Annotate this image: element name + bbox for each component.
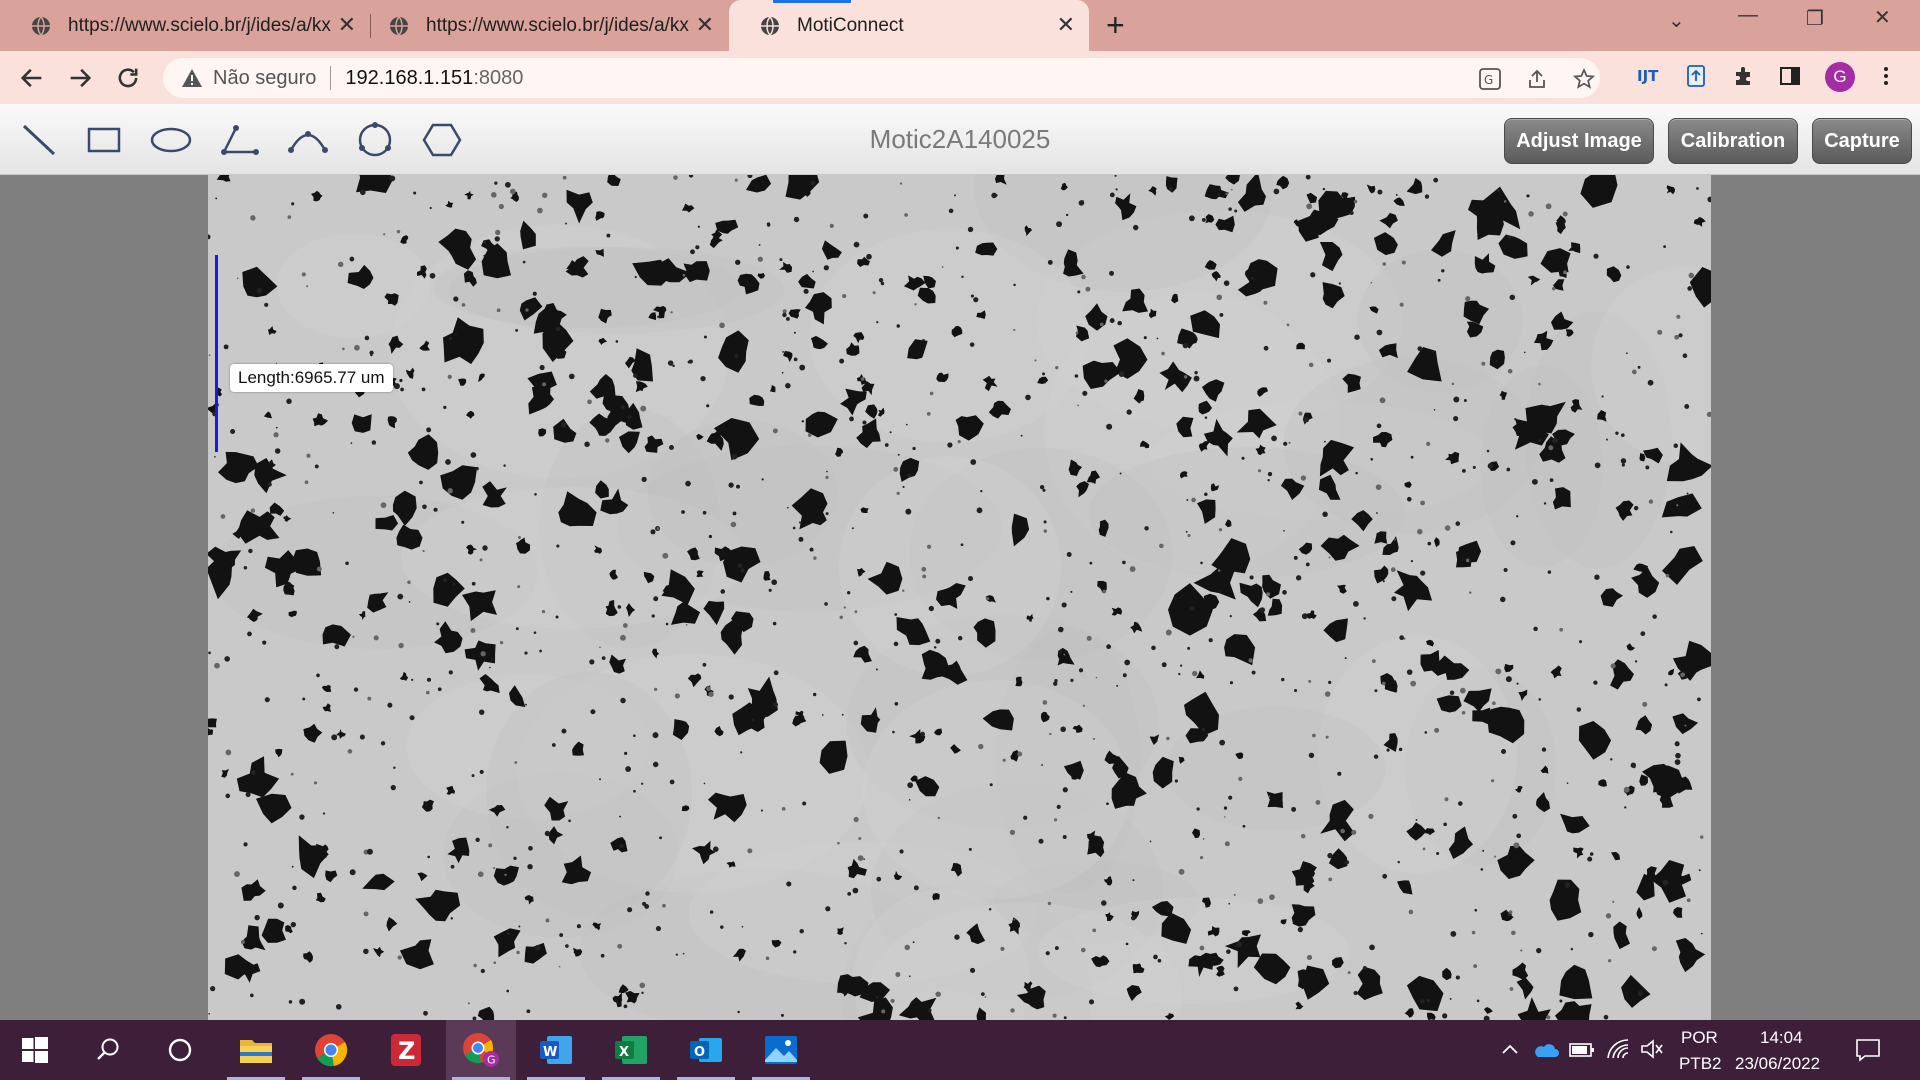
back-icon[interactable]	[18, 64, 46, 92]
zotero-icon[interactable]: Z	[371, 1020, 441, 1080]
capture-button[interactable]: Capture	[1812, 118, 1912, 164]
app-toolbar: Motic2A140025 Adjust Image Calibration C…	[0, 104, 1920, 175]
excel-icon[interactable]: X	[596, 1020, 666, 1080]
star-icon[interactable]	[1573, 68, 1595, 90]
outlook-icon[interactable]: O	[671, 1020, 741, 1080]
wifi-icon[interactable]	[1606, 1038, 1630, 1060]
svg-text:G: G	[1484, 73, 1493, 87]
chevron-up-icon[interactable]	[1500, 1040, 1520, 1060]
chrome-icon[interactable]	[296, 1020, 366, 1080]
search-icon[interactable]	[73, 1020, 143, 1080]
windows-taskbar: Z G W X O POR PTB2 14:04 23/06/2022	[0, 1020, 1920, 1080]
chrome-profile-icon[interactable]: G	[446, 1020, 516, 1080]
loading-indicator	[773, 0, 851, 3]
menu-kebab-icon[interactable]	[1874, 64, 1898, 88]
svg-text:G: G	[487, 1054, 496, 1067]
particle-field	[208, 175, 1711, 1020]
tab-title: https://www.scielo.br/j/ides/a/kx	[68, 14, 331, 36]
tab-search-icon[interactable]: ⌄	[1668, 8, 1685, 33]
profile-avatar[interactable]: G	[1825, 62, 1855, 92]
measurement-line[interactable]	[215, 255, 218, 452]
input-language[interactable]: POR	[1681, 1028, 1718, 1048]
reload-icon[interactable]	[114, 64, 142, 92]
keyboard-layout[interactable]: PTB2	[1679, 1054, 1722, 1074]
close-icon[interactable]: ✕	[696, 13, 714, 37]
notifications-icon[interactable]	[1855, 1038, 1881, 1062]
globe-icon	[32, 15, 50, 36]
security-status: Não seguro	[213, 66, 317, 89]
globe-icon	[390, 15, 408, 36]
tab-title: MotiConnect	[797, 14, 904, 36]
address-bar[interactable]: Não seguro 192.168.1.151:8080 G	[163, 58, 1600, 98]
tab-moticonnect[interactable]: MotiConnect ✕	[729, 0, 1089, 51]
url-port: :8080	[473, 66, 524, 89]
minimize-button[interactable]: —	[1738, 4, 1758, 27]
photos-icon[interactable]	[746, 1020, 816, 1080]
clock-date[interactable]: 23/06/2022	[1735, 1054, 1820, 1074]
browser-toolbar: Não seguro 192.168.1.151:8080 G IJT G	[0, 51, 1920, 104]
adjust-image-button[interactable]: Adjust Image	[1504, 118, 1654, 164]
microscope-live-image[interactable]: Length:6965.77 um	[208, 175, 1711, 1020]
tab-title: https://www.scielo.br/j/ides/a/kx	[426, 14, 689, 36]
side-panel-icon[interactable]	[1778, 64, 1802, 88]
extension-upload-icon[interactable]	[1684, 64, 1708, 88]
svg-text:X: X	[619, 1045, 629, 1060]
url-host: 192.168.1.151	[345, 66, 474, 89]
svg-text:W: W	[543, 1045, 557, 1060]
word-icon[interactable]: W	[521, 1020, 591, 1080]
file-explorer-icon[interactable]	[221, 1020, 291, 1080]
extension-ut-icon[interactable]: IJT	[1636, 64, 1660, 88]
tab-scielo-1[interactable]: https://www.scielo.br/j/ides/a/kx ✕	[0, 0, 370, 51]
new-tab-button[interactable]: +	[1106, 9, 1125, 41]
warning-icon[interactable]	[181, 68, 203, 88]
divider	[330, 66, 332, 90]
cortana-icon[interactable]	[145, 1020, 215, 1080]
svg-text:Z: Z	[398, 1037, 415, 1065]
close-window-button[interactable]: ✕	[1874, 5, 1891, 30]
volume-muted-icon[interactable]	[1640, 1038, 1664, 1060]
svg-text:O: O	[694, 1045, 705, 1060]
windows-start-icon[interactable]	[0, 1020, 70, 1080]
restore-button[interactable]: ❐	[1806, 6, 1824, 31]
tab-scielo-2[interactable]: https://www.scielo.br/j/ides/a/kx ✕	[358, 0, 728, 51]
translate-icon[interactable]: G	[1479, 68, 1501, 90]
close-icon[interactable]: ✕	[338, 13, 356, 37]
calibration-button[interactable]: Calibration	[1668, 118, 1798, 164]
measurement-label: Length:6965.77 um	[230, 364, 393, 392]
extensions-puzzle-icon[interactable]	[1732, 64, 1756, 88]
globe-icon	[761, 15, 779, 36]
forward-icon[interactable]	[66, 64, 94, 92]
close-icon[interactable]: ✕	[1057, 13, 1075, 37]
browser-tab-strip: https://www.scielo.br/j/ides/a/kx ✕ http…	[0, 0, 1920, 51]
onedrive-icon[interactable]	[1533, 1040, 1559, 1060]
svg-text:IJT: IJT	[1637, 67, 1659, 85]
share-icon[interactable]	[1526, 68, 1548, 90]
clock-time[interactable]: 14:04	[1760, 1028, 1803, 1048]
battery-icon	[1569, 1043, 1594, 1057]
